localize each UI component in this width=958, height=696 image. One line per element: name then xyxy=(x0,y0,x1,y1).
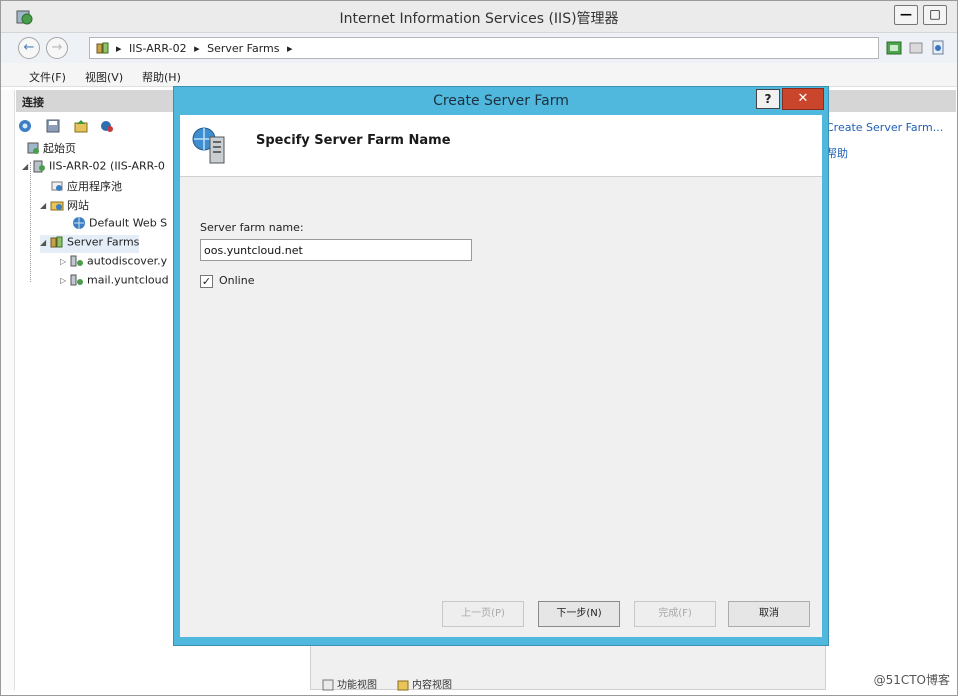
collapse-arrow-icon[interactable]: ◢ xyxy=(40,201,50,210)
sites-folder-icon xyxy=(50,201,64,211)
stop-icon[interactable] xyxy=(908,40,924,56)
breadcrumb-server-farms[interactable]: Server Farms xyxy=(207,42,279,55)
tree-item-sites[interactable]: ◢ 网站 xyxy=(40,197,89,215)
left-window-edge xyxy=(1,90,15,690)
tree-item-app-pools[interactable]: 应用程序池 xyxy=(50,178,122,196)
next-button[interactable]: 下一步(N) xyxy=(538,601,620,627)
finish-button[interactable]: 完成(F) xyxy=(634,601,716,627)
server-icon xyxy=(33,160,45,173)
online-checkbox[interactable]: ✓ xyxy=(200,275,213,288)
tree-item-farm-autodiscover[interactable]: ▷ autodiscover.y xyxy=(60,254,167,272)
dialog-title: Create Server Farm xyxy=(433,93,569,109)
watermark: @51CTO博客 xyxy=(873,673,950,687)
delete-connection-icon[interactable] xyxy=(100,119,114,133)
content-view-icon xyxy=(397,680,409,691)
server-globe-icon xyxy=(192,127,225,164)
farm-icon xyxy=(70,274,83,286)
help-icon[interactable] xyxy=(930,40,946,56)
create-server-farm-dialog: Create Server Farm ? ✕ Specify Server Fa… xyxy=(173,86,829,646)
window-title: Internet Information Services (IIS)管理器 xyxy=(339,11,619,27)
collapse-arrow-icon[interactable]: ◢ xyxy=(22,162,32,171)
back-button[interactable]: ← xyxy=(18,37,40,59)
cancel-button[interactable]: 取消 xyxy=(728,601,810,627)
breadcrumb-server[interactable]: IIS-ARR-02 xyxy=(129,42,187,55)
breadcrumb-separator: ▸ xyxy=(194,42,200,55)
start-page-icon xyxy=(27,142,39,154)
tree-item-start-page[interactable]: 起始页 xyxy=(26,140,76,158)
save-icon[interactable] xyxy=(46,119,60,133)
action-help[interactable]: 帮助 xyxy=(826,145,848,161)
expand-arrow-icon[interactable]: ▷ xyxy=(60,276,70,285)
forward-button[interactable]: → xyxy=(46,37,68,59)
menu-file[interactable]: 文件(F) xyxy=(29,69,66,85)
dialog-header: Specify Server Farm Name xyxy=(180,115,822,177)
tab-content-view[interactable]: 内容视图 xyxy=(397,676,452,692)
tree-item-server-farms[interactable]: ◢ Server Farms xyxy=(40,235,140,253)
connect-icon[interactable] xyxy=(18,119,32,133)
dialog-body: Specify Server Farm Name Server farm nam… xyxy=(180,115,822,637)
connections-header: 连接 xyxy=(16,90,176,112)
up-level-icon[interactable] xyxy=(74,119,88,133)
action-create-server-farm[interactable]: Create Server Farm... xyxy=(826,121,943,134)
dialog-help-button[interactable]: ? xyxy=(756,89,780,109)
app-pools-icon xyxy=(51,181,63,191)
breadcrumb-separator[interactable]: ▸ xyxy=(287,42,293,55)
features-view-icon xyxy=(322,679,334,691)
globe-icon xyxy=(73,217,85,229)
tree-item-farm-mail[interactable]: ▷ mail.yuntcloud xyxy=(60,273,169,291)
server-farms-icon xyxy=(50,236,63,248)
menu-bar: 文件(F) 视图(V) 帮助(H) xyxy=(1,63,957,87)
window-titlebar: Internet Information Services (IIS)管理器 —… xyxy=(1,1,957,33)
farm-icon xyxy=(70,255,83,267)
breadcrumb-separator: ▸ xyxy=(116,42,122,55)
minimize-button[interactable]: — xyxy=(894,5,918,25)
connections-tree: 起始页 ◢ IIS-ARR-02 (IIS-ARR-0 应用程序池 ◢ 网站 Def… xyxy=(16,138,176,538)
previous-button[interactable]: 上一页(P) xyxy=(442,601,524,627)
address-breadcrumb[interactable]: ▸ IIS-ARR-02 ▸ Server Farms ▸ xyxy=(89,37,879,59)
dialog-heading: Specify Server Farm Name xyxy=(256,133,451,148)
server-farm-icon xyxy=(96,42,109,54)
expand-arrow-icon[interactable]: ▷ xyxy=(60,257,70,266)
online-label: Online xyxy=(219,274,255,287)
actions-header xyxy=(826,90,956,112)
tree-item-default-site[interactable]: Default Web S xyxy=(72,216,167,234)
menu-view[interactable]: 视图(V) xyxy=(85,69,123,85)
server-farm-name-input[interactable] xyxy=(200,239,472,261)
tree-item-server[interactable]: ◢ IIS-ARR-02 (IIS-ARR-0 xyxy=(22,159,165,177)
tab-features-view[interactable]: 功能视图 xyxy=(322,676,377,692)
features-panel xyxy=(310,644,826,690)
server-farm-name-label: Server farm name: xyxy=(200,221,304,234)
collapse-arrow-icon[interactable]: ◢ xyxy=(40,238,50,247)
dialog-close-button[interactable]: ✕ xyxy=(782,88,824,110)
menu-help[interactable]: 帮助(H) xyxy=(142,69,181,85)
connections-toolbar xyxy=(16,114,176,138)
address-toolbar: ← → ▸ IIS-ARR-02 ▸ Server Farms ▸ xyxy=(1,33,957,63)
maximize-button[interactable]: □ xyxy=(923,5,947,25)
refresh-icon[interactable] xyxy=(886,40,902,56)
